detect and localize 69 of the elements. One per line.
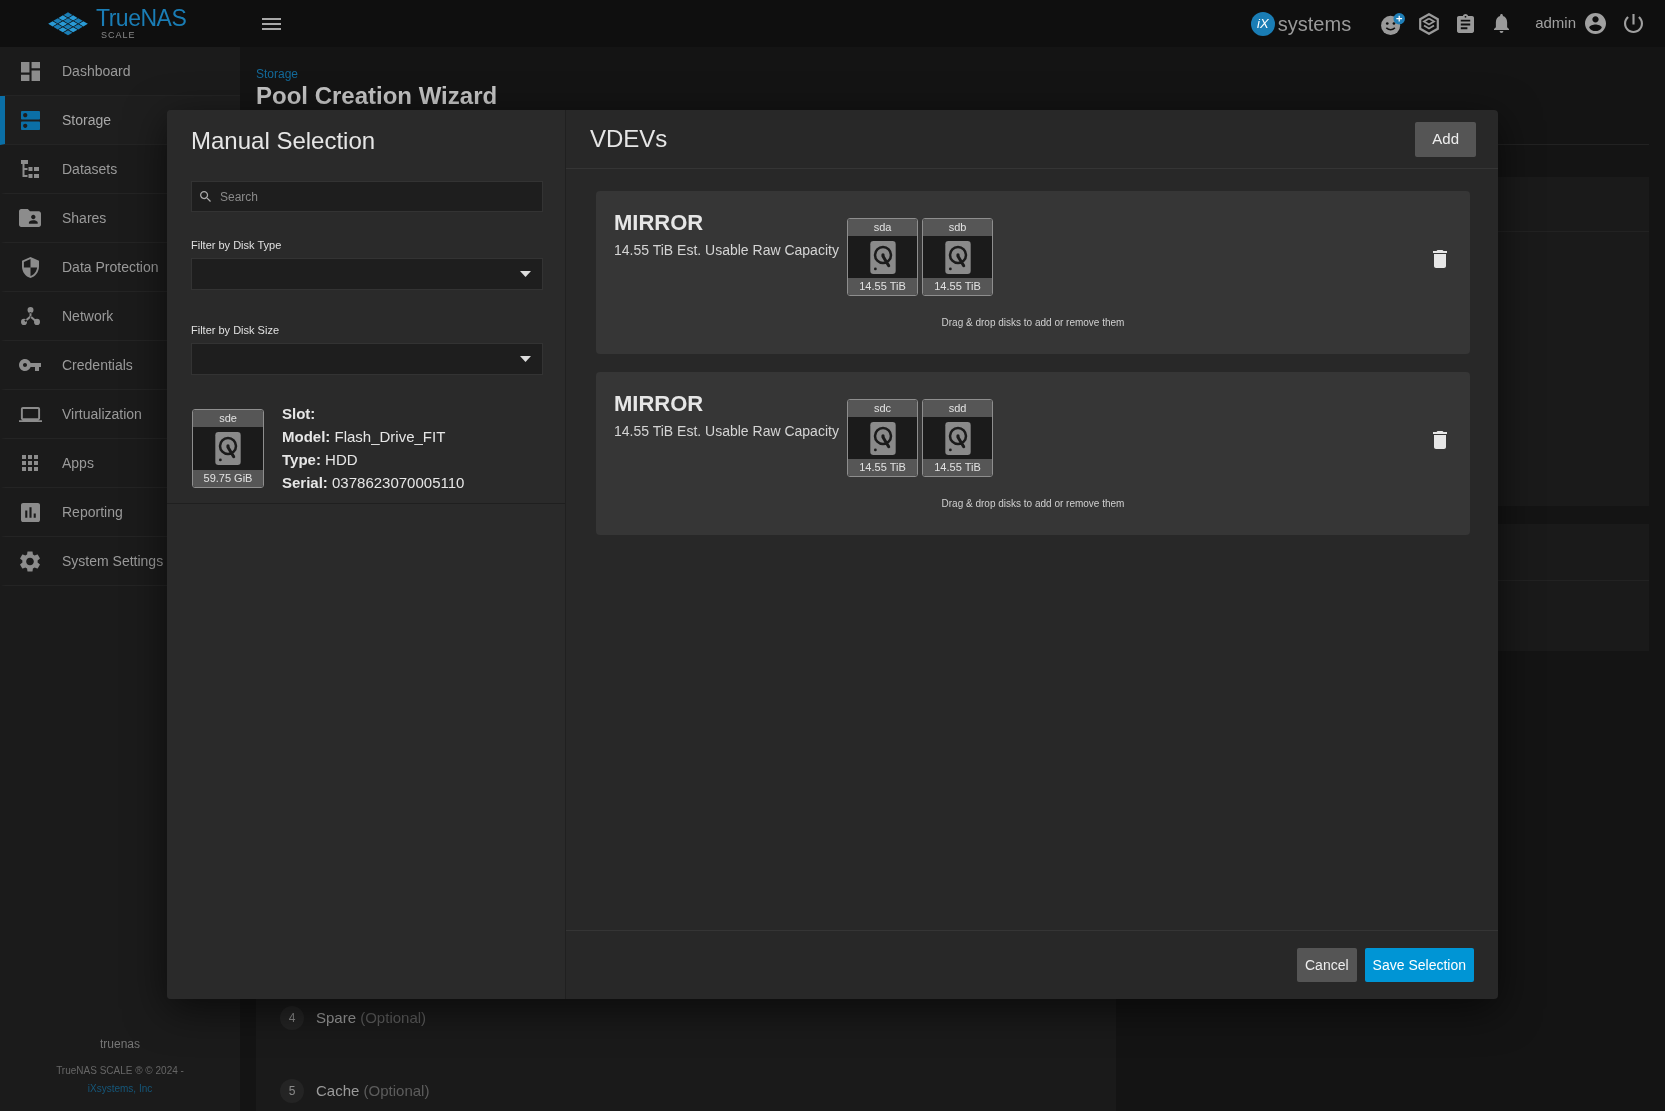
key-icon xyxy=(19,359,41,371)
disk-name: sdb xyxy=(923,219,992,236)
disk-size: 14.55 TiB xyxy=(923,278,992,295)
vdev-type: MIRROR xyxy=(614,210,704,236)
select-field[interactable] xyxy=(191,343,543,375)
logo-text[interactable]: TrueNAS xyxy=(96,7,187,30)
capacity-text: 14.55 TiB Est. Usable Raw Capacity xyxy=(614,241,839,260)
bar-chart-icon xyxy=(20,502,40,522)
account-icon[interactable] xyxy=(1585,13,1606,34)
logo-mark: iX xyxy=(1250,11,1275,36)
disk-name: sde xyxy=(193,410,263,427)
username-text: admin xyxy=(1535,13,1576,34)
menu-icon[interactable] xyxy=(262,17,281,30)
breadcrumb-link[interactable]: Storage xyxy=(256,66,299,82)
tree-icon xyxy=(21,160,39,178)
folder-user-icon xyxy=(19,209,41,227)
disk-detail: Serial: 0378623070005110 xyxy=(282,473,465,493)
shield-icon xyxy=(21,256,39,278)
disk-tile[interactable]: sdd 14.55 TiB xyxy=(922,399,993,477)
trash-icon[interactable] xyxy=(1433,431,1447,449)
step-number: 4 xyxy=(280,1006,304,1030)
save-button[interactable]: Save Selection xyxy=(1364,948,1474,982)
disk-size: 14.55 TiB xyxy=(923,459,992,476)
grid-icon xyxy=(22,455,38,471)
dashboard-icon xyxy=(20,61,40,81)
vdev-type: MIRROR xyxy=(614,391,704,417)
disk-tile[interactable]: sde 59.75 GiB xyxy=(192,409,264,488)
step-label[interactable]: Spare (Optional) xyxy=(316,1006,427,1030)
tiles-logo-icon xyxy=(48,11,88,36)
laptop-icon xyxy=(18,406,42,422)
search-icon xyxy=(200,191,211,202)
disk-size: 14.55 TiB xyxy=(848,278,917,295)
disk-size: 59.75 GiB xyxy=(193,470,263,487)
disk-size: 14.55 TiB xyxy=(848,459,917,476)
cancel-button[interactable]: Cancel xyxy=(1297,948,1357,982)
clipboard-icon[interactable] xyxy=(1457,14,1475,33)
hostname-text: truenas xyxy=(100,1036,140,1052)
hexagon-icon[interactable] xyxy=(1419,12,1440,35)
trash-icon[interactable] xyxy=(1433,250,1447,268)
caret-down-icon xyxy=(520,356,531,362)
page-title: Pool Creation Wizard xyxy=(256,83,498,109)
select-field[interactable] xyxy=(191,258,543,290)
capacity-text: 14.55 TiB Est. Usable Raw Capacity xyxy=(614,422,839,441)
drop-hint: Drag & drop disks to add or remove them xyxy=(941,497,1125,511)
caret-down-icon xyxy=(520,271,531,277)
section-title: VDEVs xyxy=(590,124,668,154)
copyright-text: TrueNAS SCALE ® © 2024 - iXsystems, Inc xyxy=(56,1062,184,1098)
disk-name: sda xyxy=(848,219,917,236)
server-icon xyxy=(20,110,40,130)
disk-tile[interactable]: sda 14.55 TiB xyxy=(847,218,918,296)
disk-tile[interactable]: sdb 14.55 TiB xyxy=(922,218,993,296)
disk-name: sdc xyxy=(848,400,917,417)
disk-name: sdd xyxy=(923,400,992,417)
logo-text: systems xyxy=(1277,11,1352,36)
disk-detail: Slot: xyxy=(282,404,317,424)
step-label[interactable]: Cache (Optional) xyxy=(316,1079,430,1103)
step-number: 5 xyxy=(280,1079,304,1103)
logo-subtitle: SCALE xyxy=(101,30,136,40)
bell-icon[interactable] xyxy=(1494,14,1510,33)
disk-tile[interactable]: sdc 14.55 TiB xyxy=(847,399,918,477)
drop-hint: Drag & drop disks to add or remove them xyxy=(941,316,1125,330)
disk-detail: Model: Flash_Drive_FIT xyxy=(282,427,447,447)
add-button[interactable]: Add xyxy=(1415,121,1476,157)
nodes-icon xyxy=(20,307,40,325)
search-field[interactable]: Search xyxy=(191,181,543,212)
disk-detail: Type: HDD xyxy=(282,450,359,470)
power-icon[interactable] xyxy=(1624,14,1643,33)
settings-icon xyxy=(20,550,40,572)
face-plus-icon[interactable] xyxy=(1381,12,1406,35)
